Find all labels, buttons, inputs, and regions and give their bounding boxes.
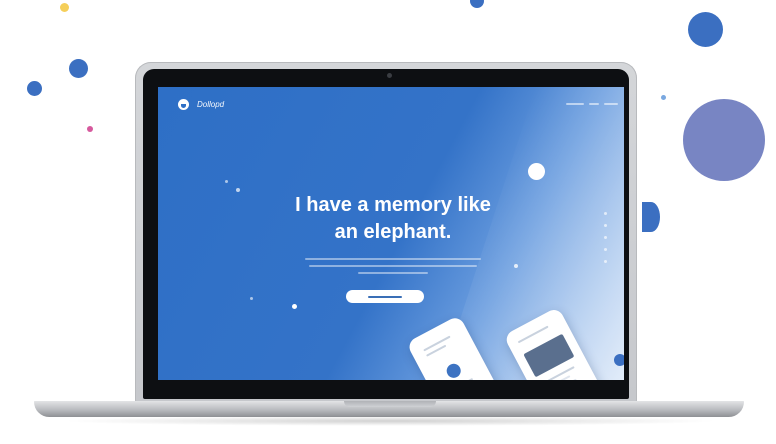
page-indicator [604, 212, 607, 272]
laptop-notch [344, 401, 436, 407]
headline-line-2: an elephant. [334, 221, 452, 243]
decorative-dot [250, 297, 253, 300]
logo-text: Dollopd [197, 100, 225, 109]
nav-link[interactable] [589, 103, 599, 105]
page-dot[interactable] [604, 236, 607, 239]
decorative-dot [27, 81, 42, 96]
decorative-dot [292, 304, 297, 309]
decorative-dot [528, 163, 545, 180]
site-nav [566, 103, 618, 105]
page-dot[interactable] [604, 224, 607, 227]
decorative-dot [514, 264, 518, 268]
page-dot[interactable] [604, 260, 607, 263]
nav-link[interactable] [604, 103, 618, 105]
decorative-dot [688, 12, 723, 47]
decorative-dot [470, 0, 484, 8]
elephant-logo-icon [178, 99, 189, 110]
hero-headline: I have a memory like an elephant. [268, 192, 518, 246]
headline-line-1: I have a memory like [295, 194, 491, 216]
decorative-dot [60, 3, 69, 12]
hero-subtext [298, 258, 488, 279]
decorative-dot [614, 354, 624, 366]
site-logo[interactable]: Dollopd [178, 99, 224, 110]
nav-link[interactable] [566, 103, 584, 105]
cta-button[interactable] [346, 290, 424, 303]
cta-button-label [368, 295, 402, 298]
decorative-dot [225, 180, 228, 183]
page-dot[interactable] [604, 248, 607, 251]
page-dot[interactable] [604, 212, 607, 215]
laptop-shadow [60, 416, 720, 426]
decorative-dot [661, 95, 666, 100]
decorative-dot [642, 202, 660, 232]
decorative-dot [683, 99, 765, 181]
camera-icon [387, 73, 392, 78]
decorative-dot [236, 188, 240, 192]
decorative-dot [87, 126, 93, 132]
decorative-dot [69, 59, 88, 78]
